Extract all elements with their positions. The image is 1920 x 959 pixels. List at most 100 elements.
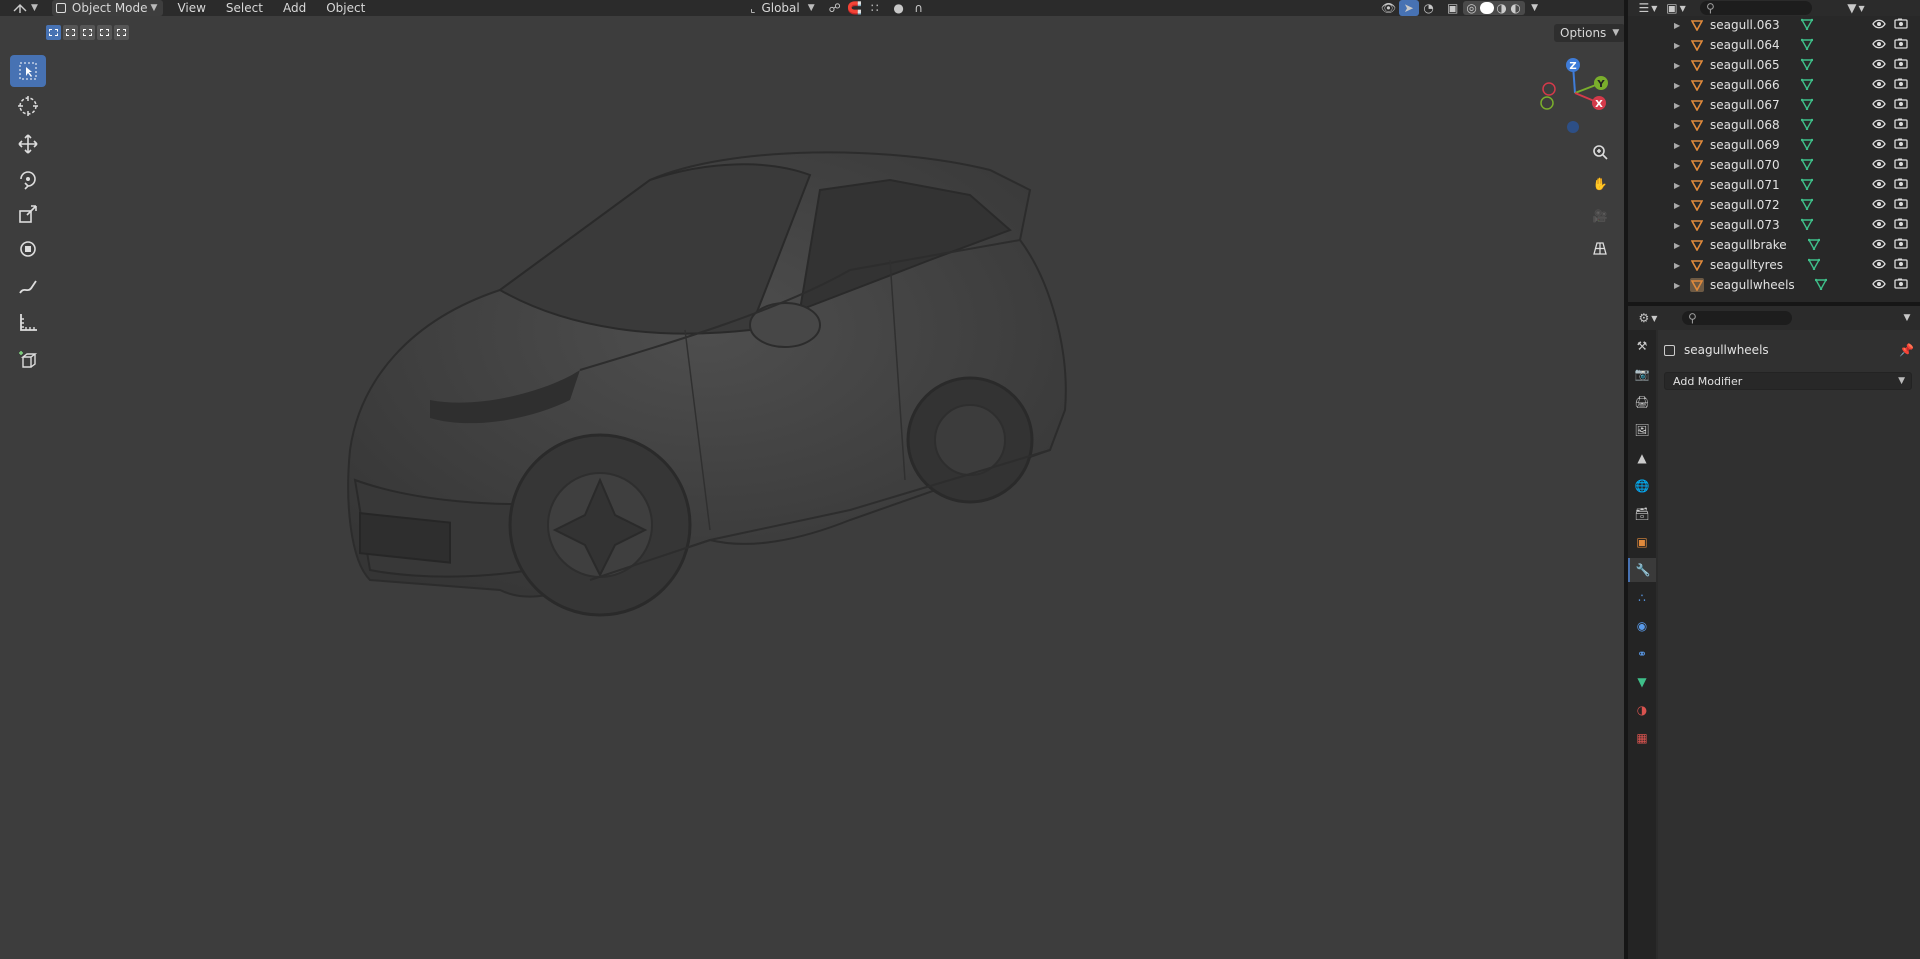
mesh-data-icon[interactable] — [1800, 178, 1814, 193]
camera-render-icon[interactable] — [1894, 38, 1908, 52]
properties-editor-icon[interactable]: ⚙ ▼ — [1638, 310, 1658, 326]
outliner-row[interactable]: ▶ seagull.066 — [1628, 75, 1920, 95]
eye-icon[interactable] — [1872, 258, 1886, 272]
select-subtract-icon[interactable] — [80, 25, 95, 40]
pan-hand-icon[interactable]: ✋ — [1586, 170, 1614, 198]
camera-render-icon[interactable] — [1894, 18, 1908, 32]
cursor-tool[interactable] — [10, 90, 46, 122]
properties-search-input[interactable]: ⚲ — [1682, 311, 1792, 325]
collection-tab-icon[interactable]: 🗃 — [1628, 502, 1656, 526]
tool-tab-icon[interactable]: ⚒ — [1628, 334, 1656, 358]
pivot-point-icon[interactable]: ☍ — [825, 0, 845, 16]
select-intersect-icon[interactable] — [114, 25, 129, 40]
outliner-row[interactable]: ▶ seagulltyres — [1628, 255, 1920, 275]
eye-icon[interactable] — [1872, 178, 1886, 192]
eye-icon[interactable] — [1872, 198, 1886, 212]
select-new-icon[interactable] — [46, 25, 61, 40]
options-dropdown[interactable]: Options ▼ — [1554, 24, 1626, 42]
expand-arrow-icon[interactable]: ▶ — [1674, 21, 1680, 30]
outliner-row[interactable]: ▶ seagull.069 — [1628, 135, 1920, 155]
menu-select[interactable]: Select — [226, 0, 263, 16]
navigation-gizmo[interactable]: Z Y X — [1535, 55, 1615, 137]
camera-view-icon[interactable]: 🎥 — [1586, 202, 1614, 230]
menu-add[interactable]: Add — [283, 0, 306, 16]
solid-shading-icon[interactable] — [1479, 2, 1494, 14]
expand-arrow-icon[interactable]: ▶ — [1674, 261, 1680, 270]
gizmo-toggle-icon[interactable]: ➤ — [1398, 0, 1419, 16]
camera-render-icon[interactable] — [1894, 278, 1908, 292]
pin-icon[interactable]: 📌 — [1899, 343, 1914, 357]
mesh-data-icon[interactable] — [1800, 18, 1814, 33]
eye-icon[interactable] — [1872, 58, 1886, 72]
world-tab-icon[interactable]: 🌐 — [1628, 474, 1656, 498]
menu-object[interactable]: Object — [326, 0, 365, 16]
expand-arrow-icon[interactable]: ▶ — [1674, 221, 1680, 230]
expand-arrow-icon[interactable]: ▶ — [1674, 281, 1680, 290]
zoom-icon[interactable] — [1586, 138, 1614, 166]
eye-icon[interactable] — [1872, 218, 1886, 232]
eye-icon[interactable] — [1872, 278, 1886, 292]
expand-arrow-icon[interactable]: ▶ — [1674, 201, 1680, 210]
rotate-tool[interactable] — [10, 163, 46, 195]
outliner-search-input[interactable]: ⚲ — [1700, 1, 1812, 15]
proportional-edit-icon[interactable]: ● — [889, 0, 909, 16]
3d-viewport[interactable]: ▼ Object Mode ▼ View Select Add Object ⌞… — [0, 0, 1626, 959]
camera-render-icon[interactable] — [1894, 118, 1908, 132]
camera-render-icon[interactable] — [1894, 218, 1908, 232]
outliner-row[interactable]: ▶ seagull.070 — [1628, 155, 1920, 175]
mesh-data-icon[interactable] — [1800, 58, 1814, 73]
camera-render-icon[interactable] — [1894, 78, 1908, 92]
perspective-grid-icon[interactable] — [1586, 234, 1614, 262]
eye-icon[interactable] — [1872, 118, 1886, 132]
xray-toggle-icon[interactable]: ▣ — [1443, 0, 1463, 16]
expand-arrow-icon[interactable]: ▶ — [1674, 161, 1680, 170]
eye-icon[interactable] — [1872, 158, 1886, 172]
eye-icon[interactable] — [1872, 98, 1886, 112]
outliner-row[interactable]: ▶ seagull.068 — [1628, 115, 1920, 135]
menu-view[interactable]: View — [177, 0, 205, 16]
scene-tab-icon[interactable]: ▲ — [1628, 446, 1656, 470]
outliner-row[interactable]: ▶ seagull.071 — [1628, 175, 1920, 195]
eye-icon[interactable] — [1872, 18, 1886, 32]
eye-icon[interactable] — [1872, 138, 1886, 152]
transform-tool[interactable] — [10, 233, 46, 265]
camera-render-icon[interactable] — [1894, 98, 1908, 112]
camera-render-icon[interactable] — [1894, 58, 1908, 72]
mesh-data-icon[interactable] — [1800, 218, 1814, 233]
camera-render-icon[interactable] — [1894, 178, 1908, 192]
select-box-tool[interactable] — [10, 55, 46, 87]
modifier-tab-icon[interactable]: 🔧 — [1628, 558, 1656, 582]
mesh-data-icon[interactable] — [1800, 78, 1814, 93]
wireframe-shading-icon[interactable]: ◎ — [1465, 1, 1479, 15]
mesh-data-icon[interactable] — [1800, 198, 1814, 213]
data-tab-icon[interactable]: ▼ — [1628, 670, 1656, 694]
expand-arrow-icon[interactable]: ▶ — [1674, 181, 1680, 190]
falloff-icon[interactable]: ∩ — [909, 0, 929, 16]
mesh-data-icon[interactable] — [1807, 238, 1821, 253]
mesh-data-icon[interactable] — [1807, 258, 1821, 273]
eye-icon[interactable] — [1872, 238, 1886, 252]
overlay-toggle-icon[interactable]: ◔ — [1419, 0, 1439, 16]
eye-icon[interactable] — [1872, 38, 1886, 52]
material-tab-icon[interactable]: ◑ — [1628, 698, 1656, 722]
display-mode-icon[interactable]: ▣ ▼ — [1666, 0, 1686, 16]
output-tab-icon[interactable]: 🖨 — [1628, 390, 1656, 414]
measure-tool[interactable] — [10, 306, 46, 338]
select-extend-icon[interactable] — [63, 25, 78, 40]
camera-render-icon[interactable] — [1894, 198, 1908, 212]
mesh-data-icon[interactable] — [1814, 278, 1828, 293]
outliner-row[interactable]: ▶ seagullwheels — [1628, 275, 1920, 295]
editor-type-menu[interactable]: ▼ — [12, 0, 38, 16]
camera-render-icon[interactable] — [1894, 138, 1908, 152]
mesh-data-icon[interactable] — [1800, 138, 1814, 153]
material-shading-icon[interactable]: ◑ — [1495, 1, 1509, 15]
camera-render-icon[interactable] — [1894, 158, 1908, 172]
rendered-shading-icon[interactable]: ◐ — [1509, 1, 1523, 15]
camera-render-icon[interactable] — [1894, 238, 1908, 252]
mesh-data-icon[interactable] — [1800, 98, 1814, 113]
outliner-row[interactable]: ▶ seagull.073 — [1628, 215, 1920, 235]
eye-icon[interactable] — [1872, 78, 1886, 92]
expand-arrow-icon[interactable]: ▶ — [1674, 241, 1680, 250]
scale-tool[interactable] — [10, 198, 46, 230]
add-modifier-dropdown[interactable]: Add Modifier ▼ — [1664, 372, 1912, 390]
